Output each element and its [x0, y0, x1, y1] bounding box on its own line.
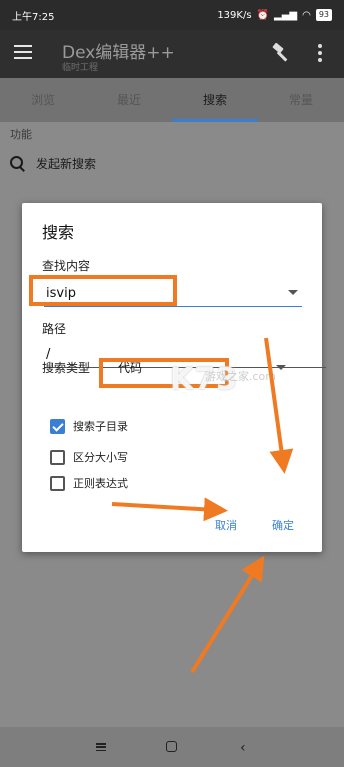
back-icon[interactable]: ‹	[240, 740, 246, 756]
system-nav-bar: ‹	[0, 727, 344, 767]
annotation-arrows	[111, 337, 294, 674]
arrow-down	[264, 337, 294, 474]
arrow-to-cancel	[111, 497, 228, 522]
home-icon[interactable]	[166, 741, 177, 752]
recent-apps-icon[interactable]	[96, 743, 106, 751]
arrow-to-confirm	[190, 555, 265, 674]
